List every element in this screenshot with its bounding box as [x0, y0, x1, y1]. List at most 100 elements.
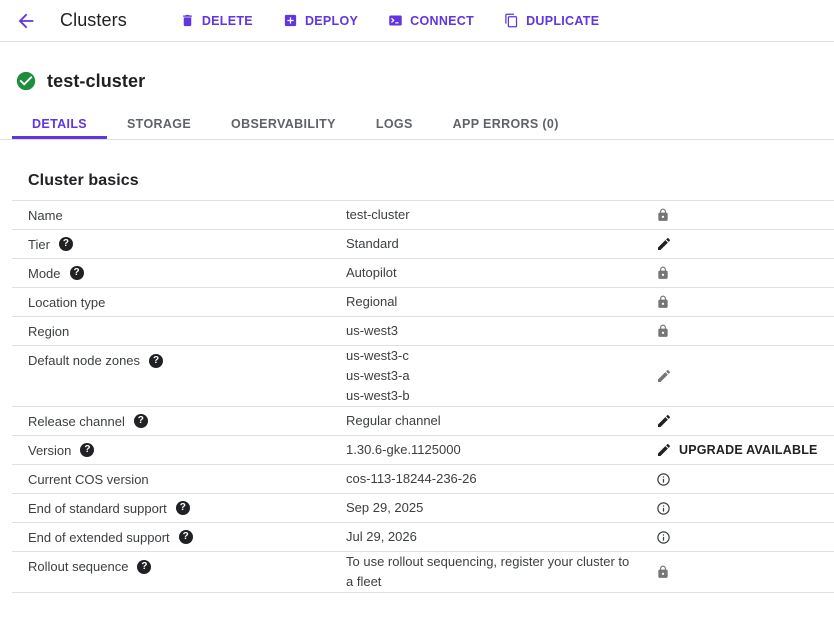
row-action: [656, 295, 670, 309]
row-label: Name: [28, 208, 346, 223]
tab-label: OBSERVABILITY: [231, 117, 336, 131]
row-value: To use rollout sequencing, register your…: [346, 552, 638, 592]
upgrade-available-label[interactable]: UPGRADE AVAILABLE: [679, 443, 818, 457]
tab-label: APP ERRORS (0): [453, 117, 559, 131]
copy-icon: [504, 13, 519, 28]
lock-icon: [656, 295, 670, 309]
table-row: Default node zones? us-west3-cus-west3-au…: [12, 346, 834, 407]
row-value-line: us-west3: [346, 321, 638, 341]
row-value: Regular channel: [346, 411, 638, 431]
table-row: End of standard support?Sep 29, 2025: [12, 494, 834, 523]
header-actions: DELETE DEPLOY CONNECT DUPLICATE: [178, 9, 602, 32]
back-button[interactable]: [13, 8, 39, 34]
tab-label: STORAGE: [127, 117, 191, 131]
row-value-line: a fleet: [346, 572, 638, 592]
row-value-line: Autopilot: [346, 263, 638, 283]
table-row: Tier?Standard: [12, 230, 834, 259]
lock-icon: [656, 208, 670, 222]
edit-button[interactable]: [656, 413, 672, 429]
edit-button[interactable]: [656, 236, 672, 252]
tab-storage[interactable]: STORAGE: [107, 108, 211, 139]
deploy-button[interactable]: DEPLOY: [281, 9, 360, 32]
table-row: Release channel?Regular channel: [12, 407, 834, 436]
table-row: Name test-cluster: [12, 201, 834, 230]
help-icon[interactable]: ?: [137, 560, 151, 574]
row-value: cos-113-18244-236-26: [346, 469, 638, 489]
back-arrow-icon: [15, 10, 37, 32]
row-value-line: To use rollout sequencing, register your…: [346, 552, 638, 572]
row-label-text: Location type: [28, 295, 105, 310]
help-icon[interactable]: ?: [59, 237, 73, 251]
row-value-line: Jul 29, 2026: [346, 527, 638, 547]
help-icon[interactable]: ?: [176, 501, 190, 515]
row-label: End of standard support?: [28, 501, 346, 516]
row-label-text: Mode: [28, 266, 61, 281]
row-value: us-west3-cus-west3-aus-west3-b: [346, 346, 638, 406]
row-value-line: us-west3-c: [346, 346, 638, 366]
edit-icon: [656, 236, 672, 252]
row-action: [656, 324, 670, 338]
action-button-label: DUPLICATE: [526, 14, 599, 28]
info-button[interactable]: [656, 472, 671, 487]
row-value-line: 1.30.6-gke.1125000: [346, 440, 638, 460]
row-label: Current COS version: [28, 472, 346, 487]
cluster-title-row: test-cluster: [0, 69, 834, 93]
help-icon[interactable]: ?: [149, 354, 163, 368]
cluster-name: test-cluster: [47, 71, 145, 92]
help-icon[interactable]: ?: [70, 266, 84, 280]
check-circle-icon: [15, 70, 37, 92]
section-title: Cluster basics: [28, 172, 834, 190]
row-value-line: Standard: [346, 234, 638, 254]
row-value: test-cluster: [346, 205, 638, 225]
row-label-text: Name: [28, 208, 63, 223]
table-row: Location type Regional: [12, 288, 834, 317]
row-action: [656, 413, 672, 429]
tab-app-errors-0[interactable]: APP ERRORS (0): [433, 108, 579, 139]
help-icon[interactable]: ?: [134, 414, 148, 428]
row-label-text: Current COS version: [28, 472, 149, 487]
row-value-line: us-west3-a: [346, 366, 638, 386]
row-action: [656, 236, 672, 252]
help-icon[interactable]: ?: [179, 530, 193, 544]
help-icon[interactable]: ?: [80, 443, 94, 457]
row-value: Sep 29, 2025: [346, 498, 638, 518]
row-action: [656, 565, 670, 579]
row-label-text: Region: [28, 324, 69, 339]
row-action: UPGRADE AVAILABLE: [656, 442, 818, 458]
edit-icon: [656, 442, 672, 458]
action-button-label: DEPLOY: [305, 14, 358, 28]
tab-details[interactable]: DETAILS: [12, 108, 107, 139]
row-value: Standard: [346, 234, 638, 254]
edit-button[interactable]: [656, 442, 672, 458]
table-row: Current COS version cos-113-18244-236-26: [12, 465, 834, 494]
table-row: Mode? Autopilot: [12, 259, 834, 288]
row-value-line: cos-113-18244-236-26: [346, 469, 638, 489]
connect-button[interactable]: CONNECT: [386, 9, 476, 32]
lock-icon: [656, 266, 670, 280]
duplicate-button[interactable]: DUPLICATE: [502, 9, 601, 32]
row-label-text: Tier: [28, 237, 50, 252]
delete-button[interactable]: DELETE: [178, 9, 255, 32]
row-action: [656, 368, 672, 384]
row-label-text: End of standard support: [28, 501, 167, 516]
row-value: Jul 29, 2026: [346, 527, 638, 547]
info-button[interactable]: [656, 530, 671, 545]
tab-logs[interactable]: LOGS: [356, 108, 433, 139]
row-action: [656, 472, 671, 487]
table-row: Version?1.30.6-gke.1125000UPGRADE AVAILA…: [12, 436, 834, 465]
row-value-line: Sep 29, 2025: [346, 498, 638, 518]
row-value: Regional: [346, 292, 638, 312]
edit-icon: [656, 368, 672, 384]
row-label-text: Default node zones: [28, 353, 140, 368]
info-button[interactable]: [656, 501, 671, 516]
table-row: Rollout sequence? To use rollout sequenci…: [12, 552, 834, 593]
table-row: Region us-west3: [12, 317, 834, 346]
row-value: us-west3: [346, 321, 638, 341]
row-label-text: Rollout sequence: [28, 559, 128, 574]
row-action: [656, 266, 670, 280]
tab-observability[interactable]: OBSERVABILITY: [211, 108, 356, 139]
row-label: Release channel?: [28, 414, 346, 429]
main-content: test-cluster DETAILS STORAGE OBSERVABILITY…: [0, 69, 834, 593]
row-value-line: test-cluster: [346, 205, 638, 225]
row-label: Tier?: [28, 237, 346, 252]
